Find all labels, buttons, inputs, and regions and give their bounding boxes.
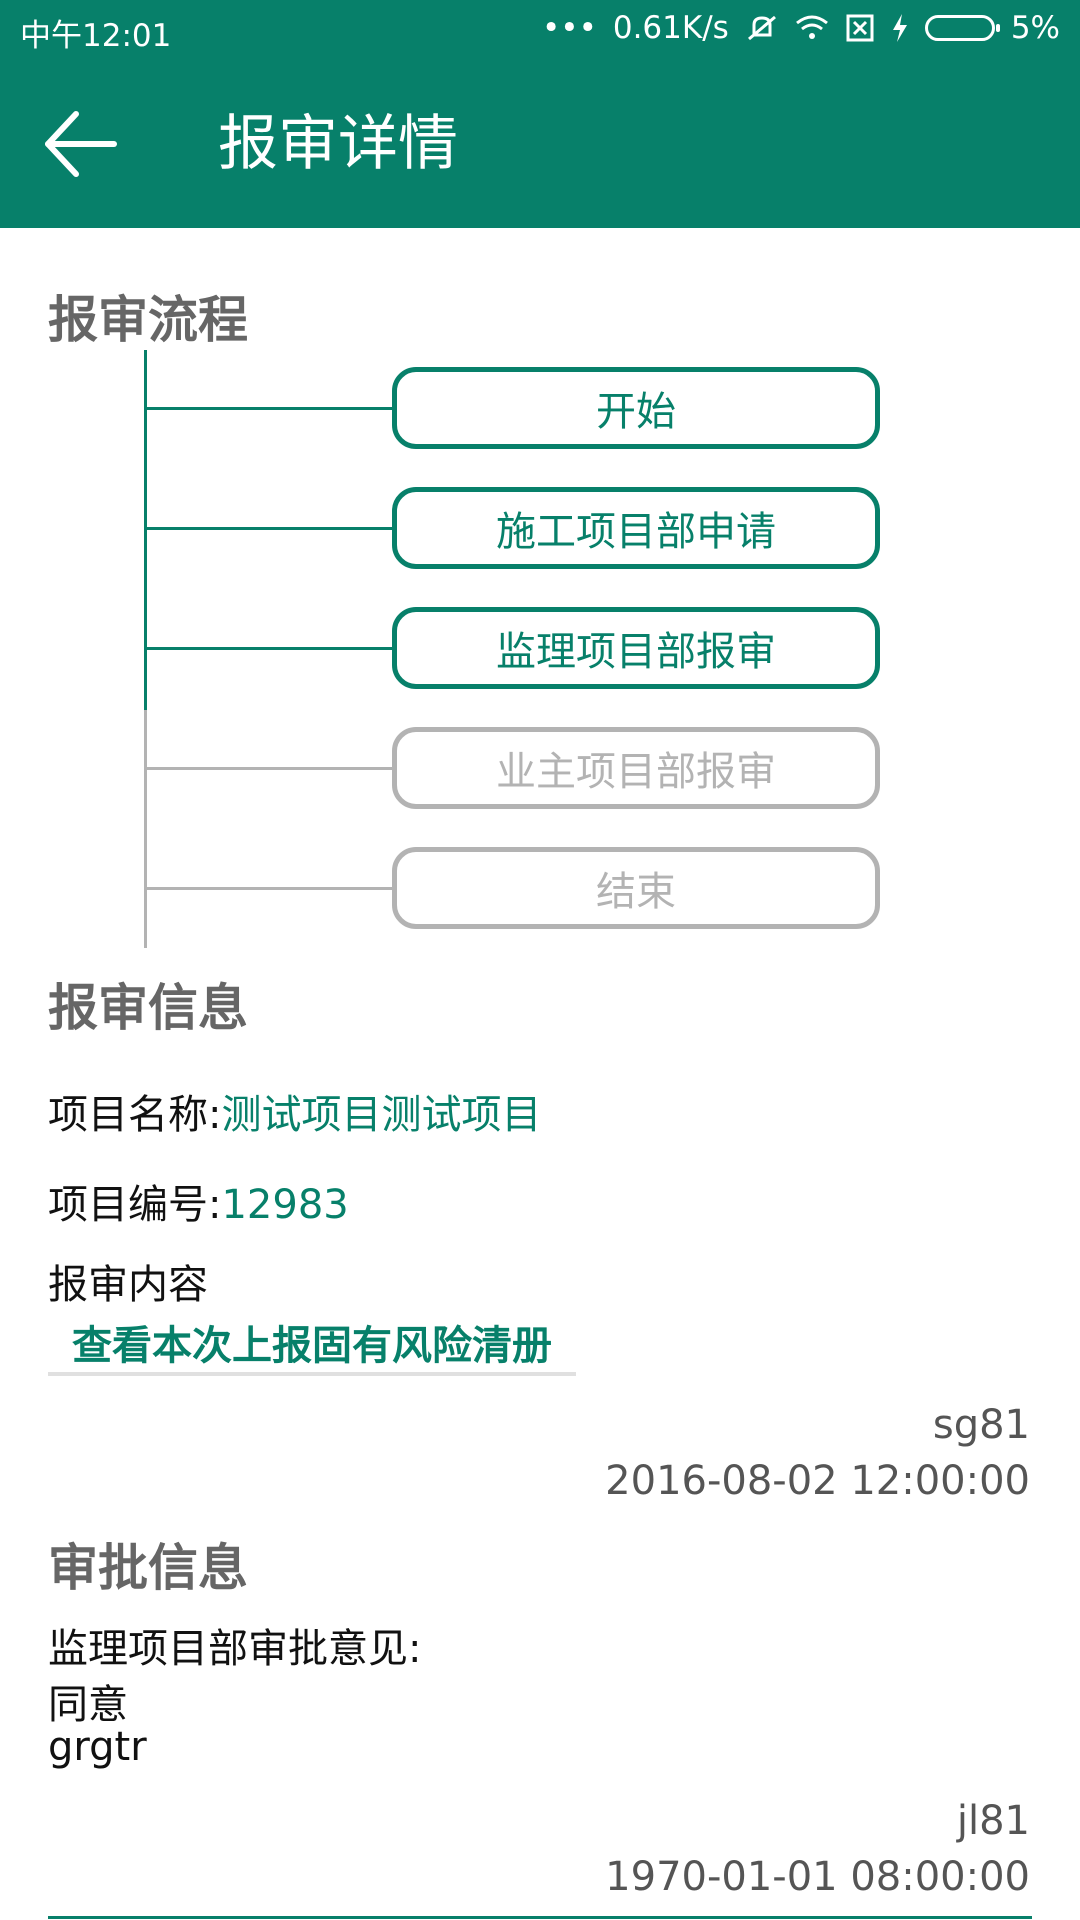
divider [48,1916,1032,1919]
approve-time: 1970-01-01 08:00:00 [605,1854,1030,1900]
project-no-value: 12983 [221,1182,349,1228]
opinion-label: 监理项目部审批意见: [48,1626,422,1672]
flow-step-supervision-review[interactable]: 监理项目部报审 [392,607,880,689]
network-speed: 0.61K/s [612,10,729,46]
risk-list-link[interactable]: 查看本次上报固有风险清册 [48,1313,576,1371]
status-icons: ••• 0.61K/s 5% [542,10,1060,46]
flow-connector [144,407,394,410]
project-no-row: 项目编号:12983 [48,1172,349,1230]
project-name-value: 测试项目测试项目 [221,1092,542,1138]
info-section-title: 报审信息 [48,979,248,1037]
back-button[interactable] [40,104,120,184]
charging-icon [891,13,909,43]
flow-connector [144,527,394,530]
flow-step-end[interactable]: 结束 [392,847,880,929]
link-underline [48,1372,576,1376]
flow-step-owner-review[interactable]: 业主项目部报审 [392,727,880,809]
wifi-icon [795,14,829,42]
mute-icon [745,13,779,43]
battery-icon [924,15,1000,41]
flow-step-construction-apply[interactable]: 施工项目部申请 [392,487,880,569]
arrow-left-icon [45,111,117,177]
flow-line-inactive [144,710,147,948]
sim-off-icon [845,13,875,43]
flow-connector [144,887,394,890]
opinion-line: 同意 [48,1682,128,1728]
status-time: 中午12:01 [20,18,172,54]
approver: jl81 [956,1798,1030,1844]
approval-section-title: 审批信息 [48,1539,248,1597]
app-bar: 报审详情 [0,60,1080,228]
flow-section-title: 报审流程 [48,291,248,349]
project-name-row: 项目名称:测试项目测试项目 [48,1082,541,1140]
flow-connector [144,647,394,650]
submitter: sg81 [932,1402,1030,1448]
battery-percent: 5% [1010,10,1060,46]
project-no-label: 项目编号: [48,1182,222,1228]
page-title: 报审详情 [218,109,458,179]
flow-line-active [144,350,147,710]
project-name-label: 项目名称: [48,1092,222,1138]
opinion-line: grgtr [48,1724,147,1770]
flow-connector [144,767,394,770]
submit-time: 2016-08-02 12:00:00 [605,1458,1030,1504]
content-label: 报审内容 [48,1262,208,1308]
status-bar: 中午12:01 ••• 0.61K/s 5% [0,0,1080,60]
flow-step-start[interactable]: 开始 [392,367,880,449]
dots-icon: ••• [542,10,597,46]
